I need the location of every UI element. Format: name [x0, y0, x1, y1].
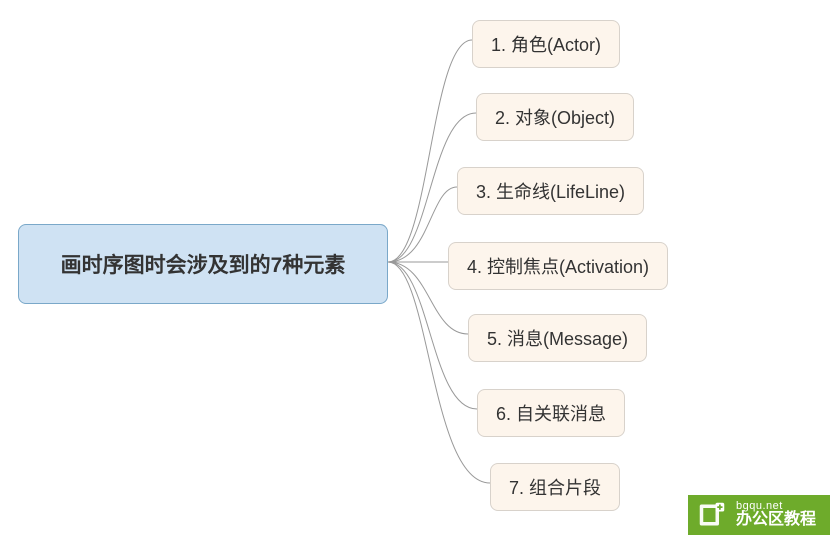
- mindmap-child-label: 2. 对象(Object): [495, 108, 615, 128]
- mindmap-child-label: 6. 自关联消息: [496, 404, 606, 424]
- mindmap-child-label: 7. 组合片段: [509, 478, 601, 498]
- mindmap-child-5[interactable]: 5. 消息(Message): [468, 314, 647, 362]
- mindmap-root-label: 画时序图时会涉及到的7种元素: [61, 249, 346, 279]
- mindmap-child-2[interactable]: 2. 对象(Object): [476, 93, 634, 141]
- mindmap-child-4[interactable]: 4. 控制焦点(Activation): [448, 242, 668, 290]
- mindmap-child-label: 5. 消息(Message): [487, 329, 628, 349]
- mindmap-child-7[interactable]: 7. 组合片段: [490, 463, 620, 511]
- watermark-text: bgqu.net 办公区教程: [736, 501, 816, 529]
- mindmap-child-1[interactable]: 1. 角色(Actor): [472, 20, 620, 68]
- watermark-title: 办公区教程: [736, 512, 816, 529]
- mindmap-child-6[interactable]: 6. 自关联消息: [477, 389, 625, 437]
- mindmap-root[interactable]: 画时序图时会涉及到的7种元素: [18, 224, 388, 304]
- watermark: bgqu.net 办公区教程: [688, 495, 830, 535]
- mindmap-child-label: 3. 生命线(LifeLine): [476, 182, 625, 202]
- mindmap-child-label: 1. 角色(Actor): [491, 35, 601, 55]
- office-icon: [698, 501, 726, 529]
- mindmap-child-3[interactable]: 3. 生命线(LifeLine): [457, 167, 644, 215]
- mindmap-child-label: 4. 控制焦点(Activation): [467, 257, 649, 277]
